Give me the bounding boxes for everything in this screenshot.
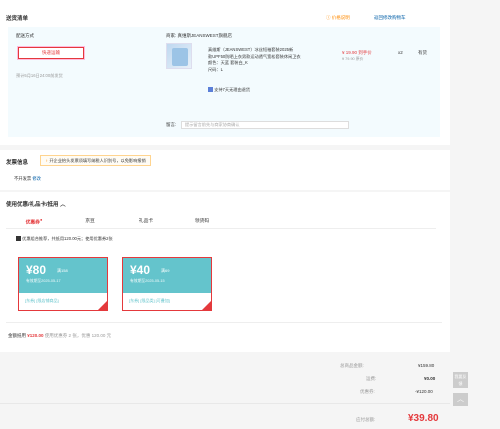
selected-corner-icon [202, 301, 211, 310]
returns-tag: 支持7天无理由退货 [208, 87, 250, 93]
tab-jingdou[interactable]: 京豆 [62, 217, 118, 228]
coupon-tabs: 优惠券● 京豆 礼品卡 领货码 [6, 217, 436, 229]
product-info: 真维斯（JEANSWEST）冰丝短袖套装2025新 款UPF50防晒上衣男款运动透… [208, 47, 301, 73]
tab-coupon[interactable]: 优惠券● [6, 217, 62, 228]
coupon-expiry: 有效期至2025-05-15 [130, 279, 165, 283]
tab-gift-card[interactable]: 礼品卡 [118, 217, 174, 228]
coupon-tags: [东券] [限店铺商品] [25, 298, 59, 303]
invoice-status: 不开发票 修改 [14, 176, 41, 181]
chevron-up-icon: ︿ [60, 202, 66, 208]
shipping-value: ¥0.00 [424, 376, 436, 381]
invoice-panel: 发票信息 ♀ 开企业抬头发票须填写纳税人识别号，以免影响报销 不开发票 修改 [0, 150, 450, 190]
payable-bar: 应付总额: ¥39.80 [0, 403, 450, 429]
shirt-icon [172, 48, 188, 66]
stock-status: 有货 [418, 50, 427, 55]
coupon-recommend[interactable]: 优惠组合推荐，共抵用120.00元；使用优惠券2张 [16, 236, 113, 242]
shipping-label: 运费: [366, 376, 377, 381]
payable-label: 应付总额: [356, 417, 376, 422]
coupon-footer: [东券] [限品类] [可叠加] [123, 293, 211, 310]
coupon-card-1[interactable]: ¥80 满158 有效期至2025-05-17 [东券] [限店铺商品] [18, 257, 108, 311]
product-name[interactable]: 真维斯（JEANSWEST）冰丝短袖套装2025新 款UPF50防晒上衣男款运动透… [208, 47, 301, 60]
item-qty: x2 [398, 50, 403, 55]
info-icon: ⓘ [326, 15, 331, 20]
price-info-link[interactable]: ⓘ 价格说明 [326, 15, 350, 21]
delivery-title: 送货清单 [6, 16, 29, 22]
coupon-expiry: 有效期至2025-05-17 [26, 279, 61, 283]
coupon-section-title[interactable]: 使用优惠/礼品卡/抵用 ︿ [6, 200, 66, 208]
coupon-condition: 满158 [57, 268, 68, 273]
invoice-title: 发票信息 [6, 160, 29, 166]
item-price: ¥ 19.90 到手价 [342, 50, 372, 55]
feedback-button[interactable]: 我要反馈 [453, 372, 468, 388]
back-to-cart-link[interactable]: 返回修改购物车 [374, 15, 406, 21]
note-input[interactable]: 提示留言前先与商家协商确认 [181, 121, 349, 129]
returns-icon [208, 87, 213, 93]
eta-text: 预计5月16日24:00前发货 [16, 73, 63, 78]
product-size: 尺码：L [208, 66, 223, 72]
coupon-footer-summary: 金额抵用 ¥120.00 使用优惠券 2 张，优惠 120.00 元 [8, 333, 112, 338]
bulb-icon: ♀ [45, 158, 49, 163]
delivery-panel: 送货清单 ⓘ 价格说明 返回修改购物车 配送方式 快递运输 预计5月16日24:… [0, 0, 450, 145]
product-thumbnail[interactable] [166, 43, 192, 69]
checkbox-checked[interactable] [16, 236, 21, 242]
discount-value: -¥120.00 [415, 389, 433, 394]
note-label: 留言: [166, 122, 177, 127]
back-to-top-button[interactable]: ︿ [453, 393, 468, 406]
seller-line: 商家: 真维斯JEANSWEST旗舰店 [166, 33, 233, 38]
ship-method-button[interactable]: 快递运输 [18, 47, 84, 59]
ship-method-label: 配送方式 [16, 33, 34, 38]
coupon-amount: ¥40 [130, 263, 151, 277]
invoice-hint: ♀ 开企业抬头发票须填写纳税人识别号，以免影响报销 [40, 155, 151, 166]
discount-label: 优惠券: [360, 389, 375, 394]
chevron-up-icon: ︿ [457, 396, 464, 403]
invoice-edit-link[interactable]: 修改 [32, 176, 41, 181]
coupon-footer: [东券] [限店铺商品] [19, 293, 107, 310]
coupon-condition: 满69 [161, 268, 170, 273]
delivery-box: 配送方式 快递运输 预计5月16日24:00前发货 商家: 真维斯JEANSWE… [8, 27, 440, 137]
selected-corner-icon [98, 301, 107, 310]
tab-redeem-code[interactable]: 领货码 [174, 217, 230, 228]
total-value: ¥159.80 [418, 363, 435, 368]
order-summary: 总商品金额: ¥159.80 运费: ¥0.00 优惠券: -¥120.00 应… [0, 355, 450, 429]
total-label: 总商品金额: [340, 363, 364, 368]
coupon-tags: [东券] [限品类] [可叠加] [129, 298, 170, 303]
coupon-amount: ¥80 [26, 263, 47, 277]
coupon-card-2[interactable]: ¥40 满69 有效期至2025-05-15 [东券] [限品类] [可叠加] [122, 257, 212, 311]
payable-value: ¥39.80 [408, 413, 439, 424]
item-price-original: ¥ 79.90 原价 [342, 57, 364, 61]
divider [6, 322, 442, 323]
coupon-panel: 使用优惠/礼品卡/抵用 ︿ 优惠券● 京豆 礼品卡 领货码 优惠组合推荐，共抵用… [0, 192, 450, 352]
